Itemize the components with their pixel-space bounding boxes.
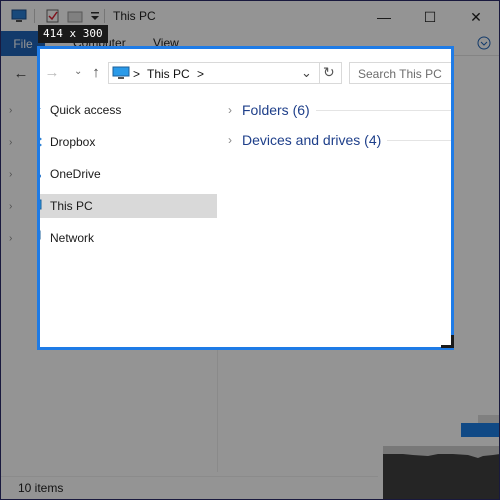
- nav-item-onedrive[interactable]: › OneDrive: [40, 162, 217, 186]
- nav-label: This PC: [50, 199, 93, 213]
- section-divider: [387, 139, 451, 141]
- address-bar[interactable]: > This PC > ⌄ ↻: [108, 62, 342, 84]
- breadcrumb-this-pc[interactable]: This PC: [147, 67, 190, 81]
- breadcrumb-separator[interactable]: >: [133, 67, 140, 81]
- selection-content: → ⌄ ↑ > This PC > ⌄ ↻ Search This PC › Q…: [40, 49, 451, 347]
- nav-label: Quick access: [50, 103, 122, 117]
- cloud-icon: [40, 174, 41, 178]
- section-divider: [315, 109, 451, 111]
- computer-icon: [112, 66, 130, 79]
- chevron-right-icon[interactable]: ›: [228, 103, 240, 117]
- selection-size-label: 414 x 300: [38, 25, 108, 43]
- capture-selection[interactable]: → ⌄ ↑ > This PC > ⌄ ↻ Search This PC › Q…: [37, 46, 454, 350]
- nav-item-network[interactable]: › Network: [40, 226, 217, 250]
- section-title: Folders (6): [242, 102, 310, 118]
- search-input[interactable]: Search This PC: [358, 67, 442, 81]
- search-box[interactable]: Search This PC: [349, 62, 451, 84]
- nav-item-this-pc[interactable]: › This PC: [40, 194, 217, 218]
- divider: [319, 63, 320, 83]
- network-icon: [40, 230, 41, 240]
- nav-item-dropbox[interactable]: › Dropbox: [40, 130, 217, 154]
- section-title: Devices and drives (4): [242, 132, 382, 148]
- chevron-right-icon[interactable]: ›: [228, 133, 240, 147]
- section-folders[interactable]: › Folders (6): [228, 100, 451, 120]
- address-dropdown-icon[interactable]: ⌄: [301, 65, 312, 81]
- nav-label: OneDrive: [50, 167, 101, 181]
- star-icon: [40, 108, 41, 109]
- recent-locations-icon[interactable]: ⌄: [74, 66, 82, 77]
- breadcrumb-separator[interactable]: >: [197, 67, 204, 81]
- resize-handle-icon[interactable]: [441, 335, 454, 348]
- nav-label: Network: [50, 231, 95, 245]
- section-devices-and-drives[interactable]: › Devices and drives (4): [228, 130, 451, 150]
- refresh-icon[interactable]: ↻: [323, 64, 335, 81]
- nav-item-quick-access[interactable]: › Quick access: [40, 98, 217, 122]
- up-arrow-icon[interactable]: ↑: [88, 65, 104, 81]
- forward-arrow-icon[interactable]: →: [44, 65, 60, 81]
- dropbox-icon: [40, 137, 42, 147]
- computer-icon: [40, 199, 42, 210]
- nav-label: Dropbox: [50, 135, 96, 149]
